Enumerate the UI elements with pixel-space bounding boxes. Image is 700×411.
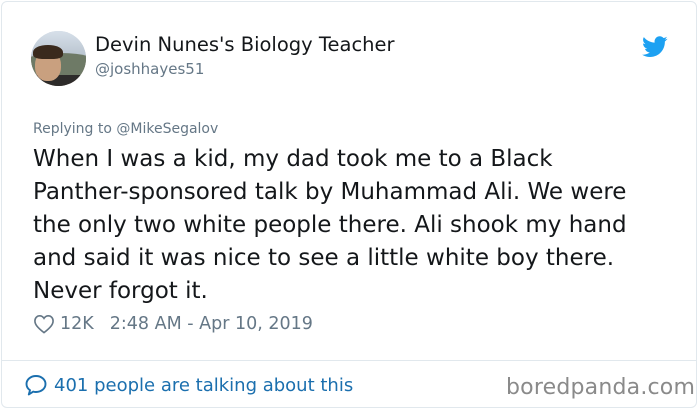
avatar[interactable] [31, 31, 86, 86]
author-handle[interactable]: @joshhayes51 [95, 60, 204, 78]
tweet-line: the only two white people there. Ali sho… [33, 212, 627, 238]
tweet-timestamp[interactable]: 2:48 AM - Apr 10, 2019 [110, 314, 313, 334]
conversation-label[interactable]: 401 people are talking about this [54, 375, 353, 396]
tweet-line: Panther-sponsored talk by Muhammad Ali. … [33, 179, 627, 205]
like-count[interactable]: 12K [60, 314, 94, 334]
tweet-meta: 12K 2:48 AM - Apr 10, 2019 [33, 311, 313, 337]
speech-bubble-icon [25, 375, 47, 396]
divider [1, 360, 697, 361]
replying-to-label[interactable]: Replying to @MikeSegalov [33, 121, 218, 137]
tweet-text: When I was a kid, my dad took me to a Bl… [33, 143, 673, 308]
watermark-logo: boredpanda.com [506, 375, 696, 400]
heart-icon[interactable] [33, 314, 55, 334]
tweet-line: and said it was nice to see a little whi… [33, 245, 615, 271]
tweet-line: Never forgot it. [33, 278, 208, 304]
conversation-link[interactable]: 401 people are talking about this [24, 373, 353, 397]
tweet-line: When I was a kid, my dad took me to a Bl… [33, 146, 553, 172]
avatar-hair [33, 45, 63, 59]
twitter-bird-icon[interactable] [642, 36, 668, 58]
author-display-name[interactable]: Devin Nunes's Biology Teacher [95, 33, 395, 56]
